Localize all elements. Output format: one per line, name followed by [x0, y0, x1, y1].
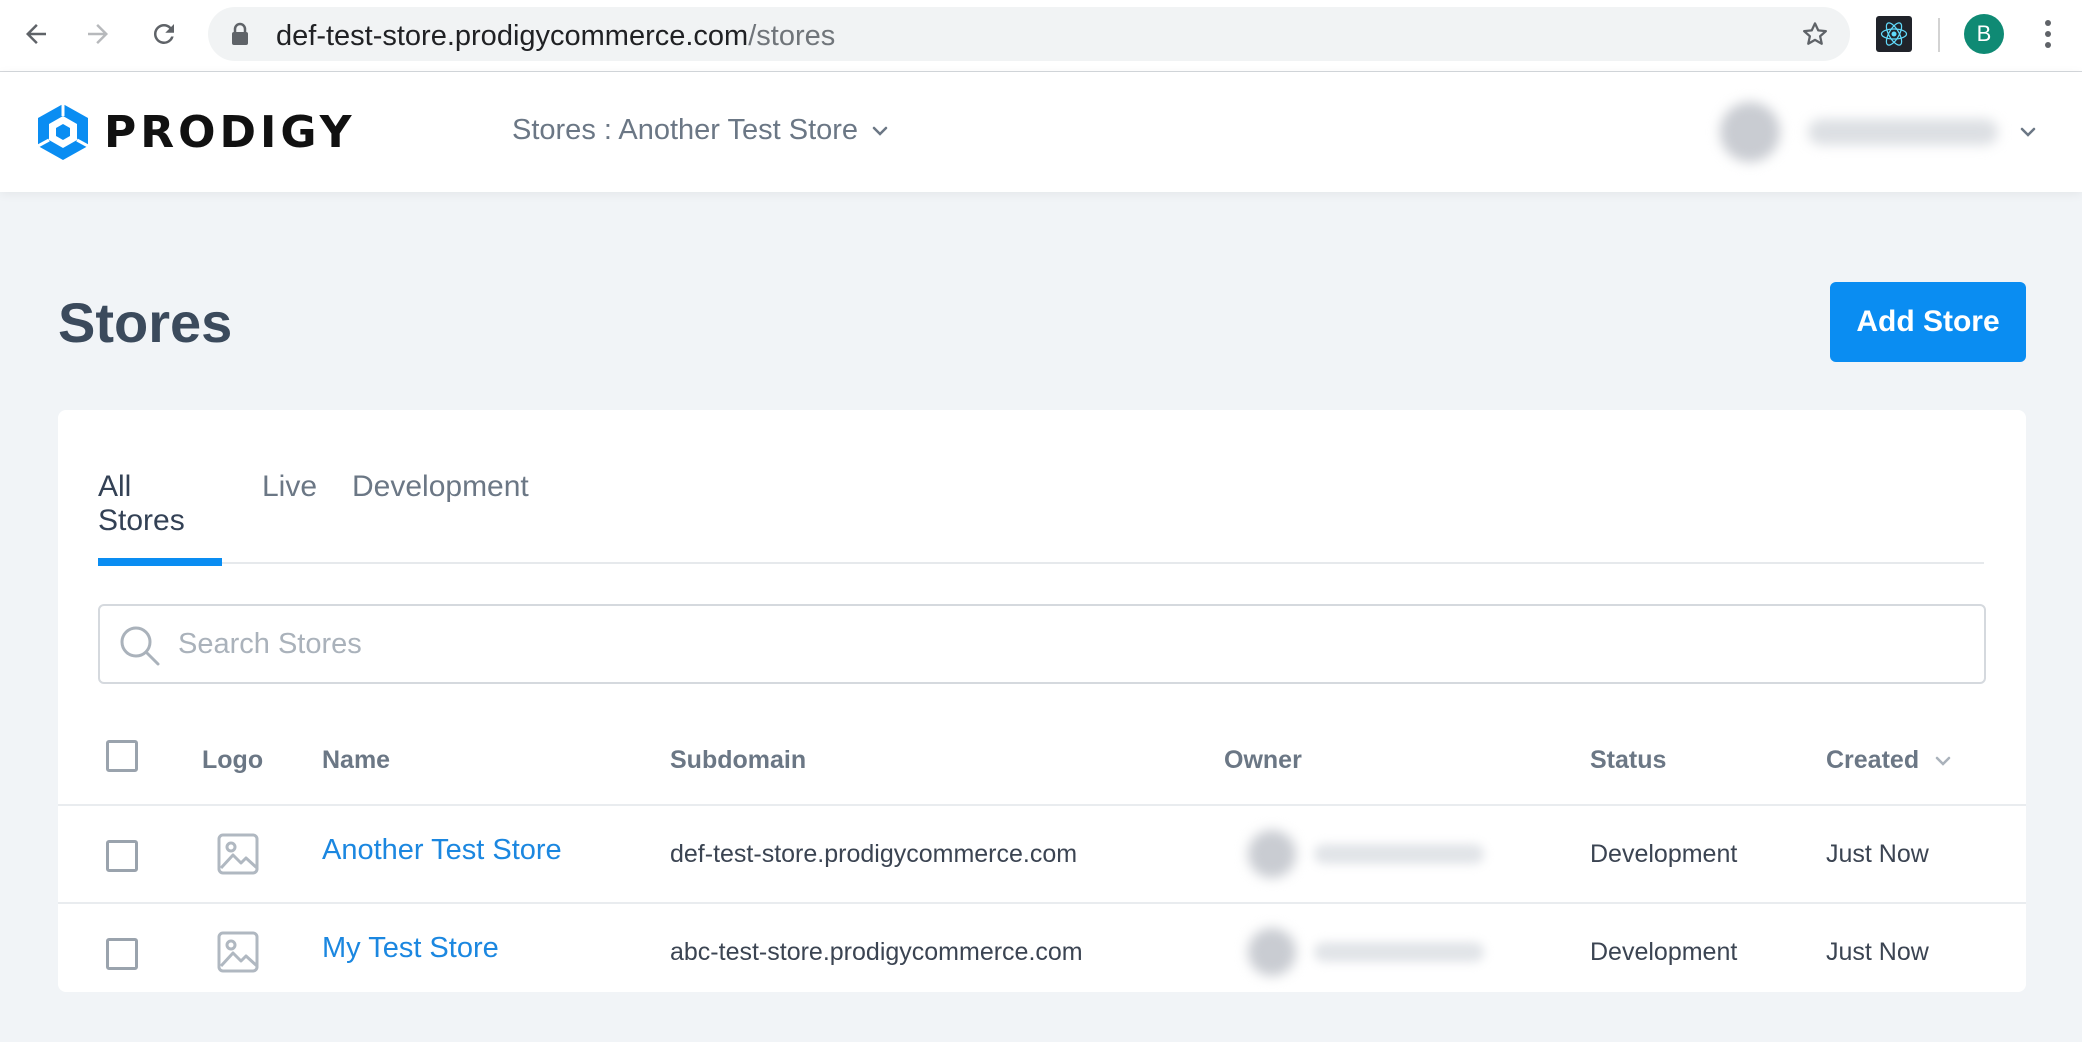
- column-header-created-label: Created: [1826, 746, 1920, 774]
- table-row[interactable]: Another Test Store def-test-store.prodig…: [58, 806, 2026, 904]
- back-arrow-icon[interactable]: [16, 14, 56, 54]
- image-placeholder-icon: [216, 930, 260, 979]
- search-icon: [118, 624, 162, 673]
- tab-development[interactable]: Development: [352, 470, 529, 564]
- table-row[interactable]: My Test Store abc-test-store.prodigycomm…: [58, 904, 2026, 1002]
- page-title: Stores: [58, 291, 233, 354]
- table-header: Logo Name Subdomain Owner Status Created: [58, 716, 2026, 806]
- store-created: Just Now: [1826, 840, 1929, 868]
- select-all-checkbox[interactable]: [106, 740, 138, 772]
- reload-icon[interactable]: [144, 14, 184, 54]
- tab-all-stores[interactable]: All Stores: [98, 470, 222, 566]
- store-subdomain: def-test-store.prodigycommerce.com: [670, 840, 1078, 868]
- add-store-button[interactable]: Add Store: [1830, 282, 2026, 362]
- kebab-menu-icon[interactable]: [2036, 14, 2060, 54]
- url-path: /stores: [748, 20, 836, 52]
- user-name-redacted: [1808, 119, 1998, 145]
- bookmark-star-icon[interactable]: [1800, 19, 1830, 54]
- profile-initial: B: [1976, 21, 1992, 46]
- store-status: Development: [1590, 938, 1738, 966]
- store-switcher-label: Stores : Another Test Store: [512, 114, 859, 146]
- user-menu[interactable]: [1700, 100, 2060, 164]
- store-name-link[interactable]: Another Test Store: [322, 834, 562, 867]
- react-devtools-icon[interactable]: [1876, 16, 1912, 52]
- image-placeholder-icon: [216, 832, 260, 881]
- stores-card: All Stores Live Development Logo Name Su…: [58, 410, 2026, 992]
- store-subdomain: abc-test-store.prodigycommerce.com: [670, 938, 1083, 966]
- tab-label: Live: [262, 470, 318, 503]
- store-created: Just Now: [1826, 938, 1929, 966]
- prodigy-cube-icon: [37, 104, 89, 160]
- row-checkbox[interactable]: [106, 938, 138, 970]
- store-filter-tabs: All Stores Live Development: [98, 470, 1984, 566]
- column-header-subdomain[interactable]: Subdomain: [670, 746, 806, 775]
- store-name-link[interactable]: My Test Store: [322, 932, 499, 965]
- url-text: def-test-store.prodigycommerce.com/store…: [276, 20, 835, 53]
- search-input[interactable]: [178, 618, 1958, 670]
- address-bar[interactable]: def-test-store.prodigycommerce.com/store…: [208, 7, 1850, 61]
- toolbar-separator: [1938, 18, 1940, 52]
- search-box: [98, 604, 1986, 684]
- logo-wordmark: PRODIGY: [104, 106, 356, 158]
- column-header-logo: Logo: [202, 746, 264, 774]
- owner-redacted: [1234, 922, 1494, 982]
- profile-avatar[interactable]: B: [1964, 14, 2004, 54]
- column-header-name[interactable]: Name: [322, 746, 390, 775]
- browser-toolbar: def-test-store.prodigycommerce.com/store…: [0, 0, 2082, 72]
- prodigy-logo[interactable]: PRODIGY: [36, 102, 355, 162]
- forward-arrow-icon[interactable]: [78, 14, 118, 54]
- app-header: PRODIGY Stores : Another Test Store: [0, 72, 2082, 192]
- row-checkbox[interactable]: [106, 840, 138, 872]
- column-header-owner[interactable]: Owner: [1224, 746, 1302, 775]
- store-status: Development: [1590, 840, 1738, 868]
- column-header-created[interactable]: Created: [1826, 746, 1951, 775]
- tab-live[interactable]: Live: [262, 470, 317, 564]
- owner-redacted: [1234, 824, 1494, 884]
- chevron-down-icon: [2020, 127, 2036, 137]
- url-host: def-test-store.prodigycommerce.com: [276, 20, 749, 52]
- lock-icon: [230, 22, 250, 51]
- sort-chevron-down-icon: [1935, 756, 1951, 766]
- column-header-status[interactable]: Status: [1590, 746, 1666, 775]
- tab-label: All Stores: [98, 470, 185, 537]
- tab-label: Development: [352, 470, 529, 503]
- user-avatar: [1720, 102, 1780, 162]
- store-switcher-dropdown[interactable]: Stores : Another Test Store: [512, 114, 888, 147]
- chevron-down-icon: [872, 126, 888, 136]
